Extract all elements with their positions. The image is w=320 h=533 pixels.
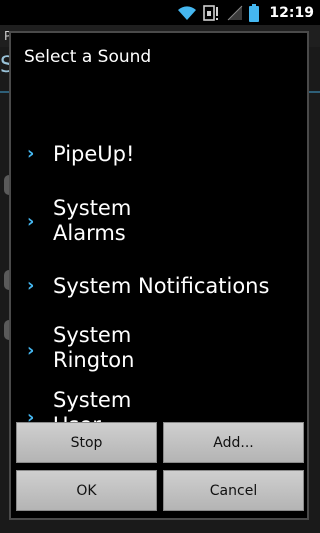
ok-button[interactable]: OK — [16, 470, 157, 511]
chevron-right-icon: › — [27, 340, 35, 361]
select-sound-dialog: Select a Sound › PipeUp! › System Alarms… — [9, 31, 309, 520]
cancel-button[interactable]: Cancel — [163, 470, 304, 511]
list-item-label: System Rington — [53, 323, 135, 372]
dialog-title: Select a Sound — [24, 47, 152, 67]
chevron-right-icon: › — [27, 275, 35, 296]
add-button[interactable]: Add... — [163, 422, 304, 463]
list-item-label: System Notifications — [53, 274, 270, 298]
list-item-system-alarms[interactable]: › System Alarms — [11, 193, 307, 249]
battery-icon — [249, 3, 260, 22]
status-bar: 12:19 — [0, 0, 320, 25]
list-item-system-ringtones[interactable]: › System Rington — [11, 320, 307, 376]
status-time: 12:19 — [269, 4, 314, 21]
list-item-pipeup[interactable]: › PipeUp! — [11, 139, 307, 169]
chevron-right-icon: › — [27, 143, 35, 164]
list-item-system-notifications[interactable]: › System Notifications — [11, 271, 307, 301]
chevron-right-icon: › — [27, 211, 35, 232]
screen: P S 12:19 Select a Sound › PipeUp! › Sys… — [0, 0, 320, 533]
sync-icon — [203, 4, 219, 21]
wifi-icon — [178, 5, 197, 20]
list-item-label: PipeUp! — [53, 142, 135, 166]
sound-list[interactable]: › PipeUp! › System Alarms › System Notif… — [11, 85, 307, 445]
list-item-label: System Alarms — [53, 196, 132, 245]
stop-button[interactable]: Stop — [16, 422, 157, 463]
signal-icon — [228, 5, 243, 20]
